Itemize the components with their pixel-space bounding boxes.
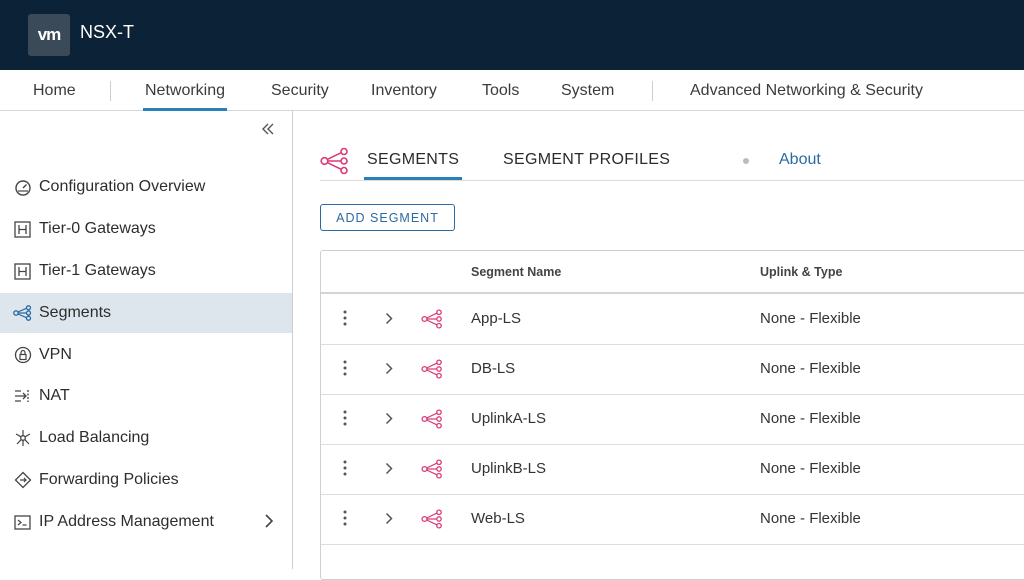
sidebar-item-label: Tier-0 Gateways	[39, 220, 156, 237]
kebab-menu-icon[interactable]	[343, 310, 347, 331]
segment-name[interactable]: UplinkA-LS	[471, 410, 546, 427]
sidebar-item-label: IP Address Management	[39, 513, 214, 530]
nav-tools[interactable]: Tools	[482, 70, 519, 111]
kebab-menu-icon[interactable]	[343, 360, 347, 381]
sidebar-item-label: Tier-1 Gateways	[39, 262, 156, 279]
segment-name[interactable]: DB-LS	[471, 360, 515, 377]
nav-home[interactable]: Home	[33, 70, 76, 111]
main-content: SEGMENTS SEGMENT PROFILES About ADD SEGM…	[294, 111, 1024, 580]
chevron-right-icon[interactable]	[385, 462, 393, 480]
uplink-type: None - Flexible	[760, 360, 861, 377]
chevron-right-icon[interactable]	[385, 312, 393, 330]
terminal-icon	[13, 513, 32, 532]
main-nav: Home Networking Security Inventory Tools…	[0, 70, 1024, 111]
sidebar-item-label: Configuration Overview	[39, 178, 206, 195]
add-segment-button[interactable]: ADD SEGMENT	[320, 204, 455, 231]
sidebar-item-vpn[interactable]: VPN	[0, 335, 292, 375]
nav-networking[interactable]: Networking	[142, 70, 228, 111]
sidebar-item-segments[interactable]: Segments	[0, 293, 292, 333]
segment-icon	[421, 359, 443, 384]
segment-icon	[421, 459, 443, 484]
tab-segments[interactable]: SEGMENTS	[363, 151, 463, 180]
double-chevron-left-icon[interactable]	[261, 121, 275, 141]
load-balancer-icon	[13, 429, 32, 448]
sidebar-item-tier-0-gateways[interactable]: Tier-0 Gateways	[0, 209, 292, 249]
sidebar-item-load-balancing[interactable]: Load Balancing	[0, 418, 292, 458]
nav-inventory[interactable]: Inventory	[371, 70, 437, 111]
kebab-menu-icon[interactable]	[343, 460, 347, 481]
dashboard-icon	[13, 178, 32, 197]
chevron-right-icon[interactable]	[385, 512, 393, 530]
table-row[interactable]: UplinkB-LS None - Flexible	[321, 445, 1024, 495]
segment-icon	[421, 309, 443, 334]
segment-icon	[421, 409, 443, 434]
table-row[interactable]: App-LS None - Flexible	[321, 295, 1024, 345]
gateway-icon	[13, 220, 32, 239]
segment-icon	[13, 304, 32, 323]
about-link[interactable]: About	[779, 151, 821, 169]
table-row[interactable]: UplinkA-LS None - Flexible	[321, 395, 1024, 445]
forwarding-icon	[13, 471, 32, 490]
sidebar-item-forwarding-policies[interactable]: Forwarding Policies	[0, 460, 292, 500]
tab-segment-profiles[interactable]: SEGMENT PROFILES	[503, 151, 670, 169]
segment-icon	[320, 147, 350, 180]
segments-table: Segment Name Uplink & Type App-LS None -…	[320, 250, 1024, 580]
segment-name[interactable]: App-LS	[471, 310, 521, 327]
separator-dot	[743, 158, 749, 164]
nav-separator	[652, 81, 653, 101]
sidebar-item-configuration-overview[interactable]: Configuration Overview	[0, 167, 292, 207]
uplink-type: None - Flexible	[760, 410, 861, 427]
segment-icon	[421, 509, 443, 534]
product-name: NSX-T	[80, 22, 134, 42]
nav-security[interactable]: Security	[271, 70, 329, 111]
top-header: vm NSX-T	[0, 0, 1024, 70]
kebab-menu-icon[interactable]	[343, 410, 347, 431]
sidebar-item-nat[interactable]: NAT	[0, 376, 292, 416]
gateway-icon	[13, 262, 32, 281]
nav-advanced-networking-security[interactable]: Advanced Networking & Security	[690, 70, 923, 111]
vpn-lock-icon	[13, 346, 32, 365]
nat-icon	[13, 387, 32, 406]
column-header-segment-name[interactable]: Segment Name	[471, 265, 561, 279]
nav-separator	[110, 81, 111, 101]
chevron-right-icon[interactable]	[264, 513, 274, 534]
vmware-logo[interactable]: vm	[28, 14, 70, 56]
segment-name[interactable]: UplinkB-LS	[471, 460, 546, 477]
uplink-type: None - Flexible	[760, 510, 861, 527]
uplink-type: None - Flexible	[760, 460, 861, 477]
kebab-menu-icon[interactable]	[343, 510, 347, 531]
column-header-uplink-type[interactable]: Uplink & Type	[760, 265, 842, 279]
tab-bar: SEGMENTS SEGMENT PROFILES About	[320, 141, 1024, 181]
sidebar-item-label: VPN	[39, 346, 72, 363]
segment-name[interactable]: Web-LS	[471, 510, 525, 527]
table-row[interactable]: DB-LS None - Flexible	[321, 345, 1024, 395]
sidebar-item-label: Forwarding Policies	[39, 471, 179, 488]
sidebar-item-label: Segments	[39, 304, 112, 321]
sidebar: Configuration Overview Tier-0 Gateways T…	[0, 111, 293, 569]
uplink-type: None - Flexible	[760, 310, 861, 327]
chevron-right-icon[interactable]	[385, 412, 393, 430]
sidebar-item-label: NAT	[39, 387, 70, 404]
table-header: Segment Name Uplink & Type	[321, 251, 1024, 294]
nav-system[interactable]: System	[561, 70, 614, 111]
table-row[interactable]: Web-LS None - Flexible	[321, 495, 1024, 545]
sidebar-item-ip-address-management[interactable]: IP Address Management	[0, 502, 292, 542]
chevron-right-icon[interactable]	[385, 362, 393, 380]
sidebar-item-tier-1-gateways[interactable]: Tier-1 Gateways	[0, 251, 292, 291]
sidebar-item-label: Load Balancing	[39, 429, 150, 446]
